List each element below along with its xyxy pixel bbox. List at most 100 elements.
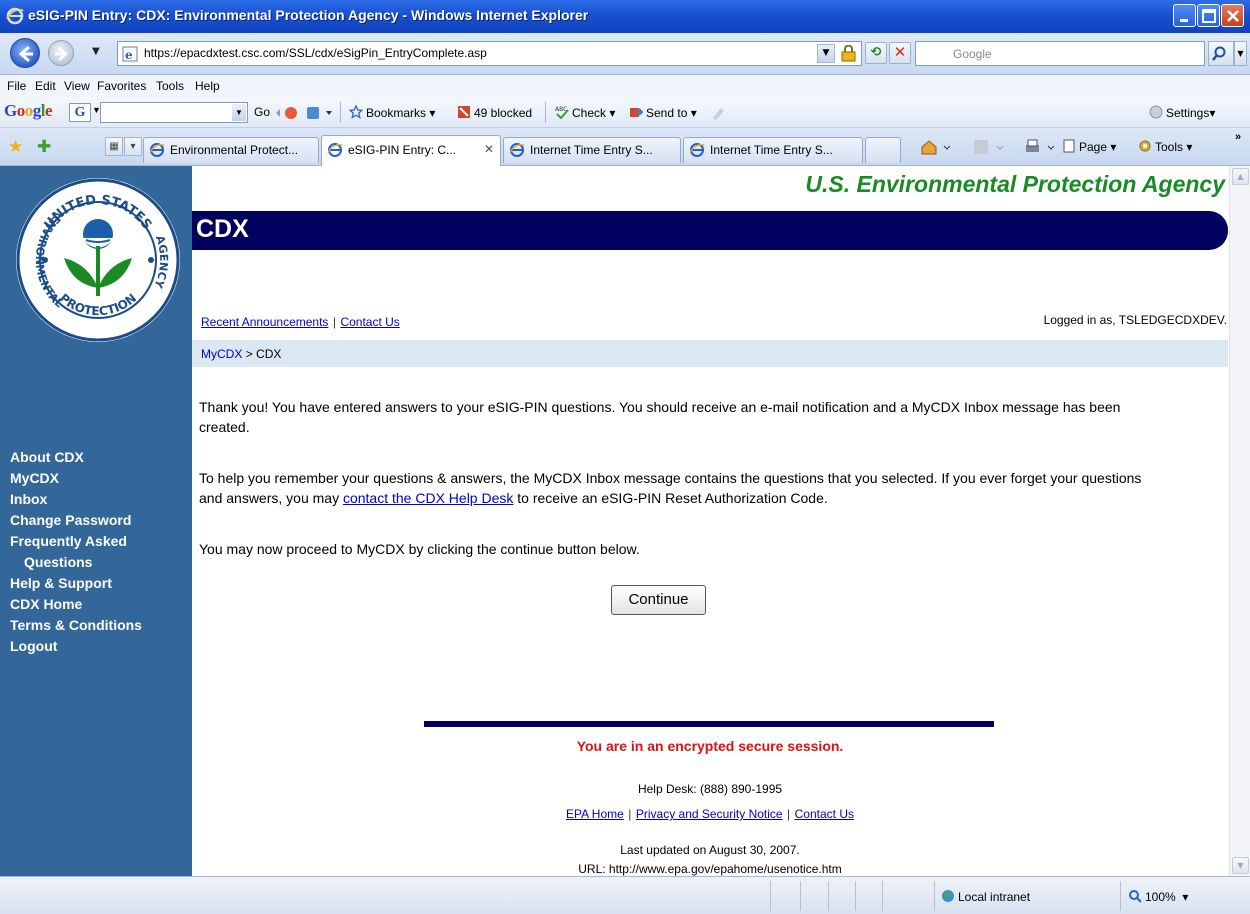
tab-list-dropdown-icon[interactable]: ▾ (124, 137, 142, 156)
footer-separator: | (787, 807, 791, 821)
security-zone[interactable]: Local intranet (941, 889, 1030, 904)
ie-tab-icon (327, 143, 343, 157)
bookmarks-label[interactable]: Bookmarks (366, 106, 426, 120)
google-nav-icons[interactable] (274, 105, 334, 124)
forward-button[interactable] (48, 40, 74, 66)
page-url-notice: URL: http://www.epa.gov/epahome/usenotic… (578, 862, 842, 876)
address-row: ▼ e https://epacdxtest.csc.com/SSL/cdx/e… (0, 33, 1250, 75)
search-placeholder[interactable]: Google (953, 47, 992, 61)
settings-label[interactable]: Settings (1166, 106, 1209, 120)
main-panel: U.S. Environmental Protection Agency CDX… (192, 166, 1229, 876)
gear-icon (1139, 140, 1151, 152)
maximize-button[interactable] (1197, 4, 1220, 27)
search-options-dropdown[interactable]: ▼ (1234, 41, 1247, 66)
page-menu-button[interactable]: Page ▾ (1062, 139, 1116, 154)
nav-cdx-home[interactable]: CDX Home (10, 594, 142, 615)
home-button[interactable] (920, 139, 954, 158)
scroll-up-icon[interactable]: ▲ (1232, 168, 1249, 185)
search-icon (1212, 46, 1226, 61)
menu-help[interactable]: Help (195, 79, 220, 93)
spell-check-button[interactable]: ABC Check ▾ (555, 105, 615, 120)
send-to-label[interactable]: Send to (646, 106, 687, 120)
send-to-button[interactable]: Send to ▾ (629, 105, 697, 120)
menu-tools[interactable]: Tools (156, 79, 184, 93)
new-tab-button[interactable] (865, 137, 901, 163)
nav-faq[interactable]: Frequently Asked (10, 531, 142, 552)
contact-us-link[interactable]: Contact Us (340, 315, 399, 329)
check-label[interactable]: Check (572, 106, 606, 120)
help-desk-link[interactable]: contact the CDX Help Desk (343, 490, 513, 506)
help-desk-phone: Help Desk: (888) 890-1995 (637, 782, 783, 796)
google-toolbar: Google G ▼ ▼ Go Bookmarks ▾ 49 blocked A… (0, 97, 1250, 128)
search-box[interactable]: Google (915, 41, 1205, 66)
print-button[interactable] (1024, 139, 1058, 158)
page-menu-label[interactable]: Page (1079, 140, 1107, 154)
tab-internet-time-entry-2[interactable]: Internet Time Entry S... (683, 137, 863, 163)
nav-help-support[interactable]: Help & Support (10, 573, 142, 594)
recent-announcements-link[interactable]: Recent Announcements (201, 315, 328, 329)
star-outline-icon (349, 105, 363, 119)
address-bar[interactable]: e https://epacdxtest.csc.com/SSL/cdx/eSi… (117, 41, 862, 66)
popup-blocker-button[interactable]: 49 blocked (457, 105, 532, 120)
nav-faq-questions[interactable]: Questions (10, 552, 142, 573)
google-logo[interactable]: Google (4, 101, 53, 121)
google-search-input[interactable]: ▼ (100, 102, 248, 123)
nav-terms-conditions[interactable]: Terms & Conditions (10, 615, 142, 636)
reminder-text-b: to receive an eSIG-PIN Reset Authorizati… (513, 490, 828, 506)
privacy-notice-link[interactable]: Privacy and Security Notice (636, 807, 783, 821)
add-favorites-icon[interactable]: ✚ (37, 137, 51, 157)
close-icon (1227, 10, 1239, 22)
nav-inbox[interactable]: Inbox (10, 489, 142, 510)
svg-text:e: e (125, 48, 133, 62)
address-url[interactable]: https://epacdxtest.csc.com/SSL/cdx/eSigP… (144, 46, 487, 60)
highlight-icon[interactable] (710, 105, 726, 124)
tab-esig-pin-entry[interactable]: eSIG-PIN Entry: C... ✕ (321, 135, 501, 166)
proceed-message: You may now proceed to MyCDX by clicking… (199, 541, 640, 557)
menu-view[interactable]: View (64, 79, 90, 93)
tools-menu-button[interactable]: Tools ▾ (1138, 139, 1192, 154)
menu-favorites[interactable]: Favorites (97, 79, 146, 93)
tools-menu-label[interactable]: Tools (1155, 140, 1183, 154)
status-bar: Local intranet 100% ▾ (0, 876, 1250, 914)
nav-mycdx[interactable]: MyCDX (10, 468, 142, 489)
favorites-center-icon[interactable]: ★ (8, 137, 23, 157)
google-menu-button[interactable]: G (69, 103, 91, 122)
history-dropdown-icon[interactable]: ▼ (92, 46, 100, 57)
scroll-down-icon[interactable]: ▼ (1232, 857, 1249, 874)
refresh-button[interactable]: ⟲ (865, 42, 887, 64)
settings-button[interactable]: Settings▾ (1149, 105, 1215, 120)
nav-about-cdx[interactable]: About CDX (10, 447, 142, 468)
tab-internet-time-entry-1[interactable]: Internet Time Entry S... (503, 137, 681, 163)
google-search-dropdown-icon[interactable]: ▼ (232, 104, 246, 121)
minimize-button[interactable] (1173, 4, 1196, 27)
close-tab-icon[interactable]: ✕ (484, 142, 494, 156)
vertical-scrollbar[interactable]: ▲ ▼ (1229, 166, 1250, 876)
close-window-button[interactable] (1221, 4, 1244, 27)
continue-button[interactable]: Continue (611, 585, 706, 615)
ie-window: eSIG-PIN Entry: CDX: Environmental Prote… (0, 0, 1250, 914)
footer-contact-us-link[interactable]: Contact Us (795, 807, 854, 821)
toolbar-overflow-icon[interactable]: » (1235, 131, 1241, 143)
menu-file[interactable]: File (7, 79, 26, 93)
menu-edit[interactable]: Edit (35, 79, 56, 93)
nav-logout[interactable]: Logout (10, 636, 142, 657)
lock-icon[interactable] (840, 45, 857, 62)
search-button[interactable] (1208, 41, 1234, 66)
feeds-button[interactable] (973, 139, 1007, 158)
address-dropdown-icon[interactable]: ▼ (817, 44, 835, 63)
nav-change-password[interactable]: Change Password (10, 510, 142, 531)
popup-blocked-icon (458, 106, 470, 118)
back-button[interactable] (10, 38, 40, 68)
zoom-control[interactable]: 100% ▾ (1128, 889, 1188, 904)
intranet-globe-icon (942, 890, 954, 902)
bookmarks-button[interactable]: Bookmarks ▾ (349, 105, 435, 120)
stop-button[interactable]: ✕ (889, 42, 911, 64)
blocked-count[interactable]: 49 blocked (474, 106, 532, 120)
tab-row: ★ ✚ ▦ ▾ Environmental Protect... eSIG-PI… (0, 128, 1250, 166)
minimize-icon (1180, 19, 1188, 22)
breadcrumb-mycdx-link[interactable]: MyCDX (201, 347, 242, 361)
google-go-button[interactable]: Go (254, 105, 270, 119)
quick-tabs-icon[interactable]: ▦ (105, 137, 123, 156)
tab-environmental-protect[interactable]: Environmental Protect... (143, 137, 319, 163)
epa-home-link[interactable]: EPA Home (566, 807, 624, 821)
